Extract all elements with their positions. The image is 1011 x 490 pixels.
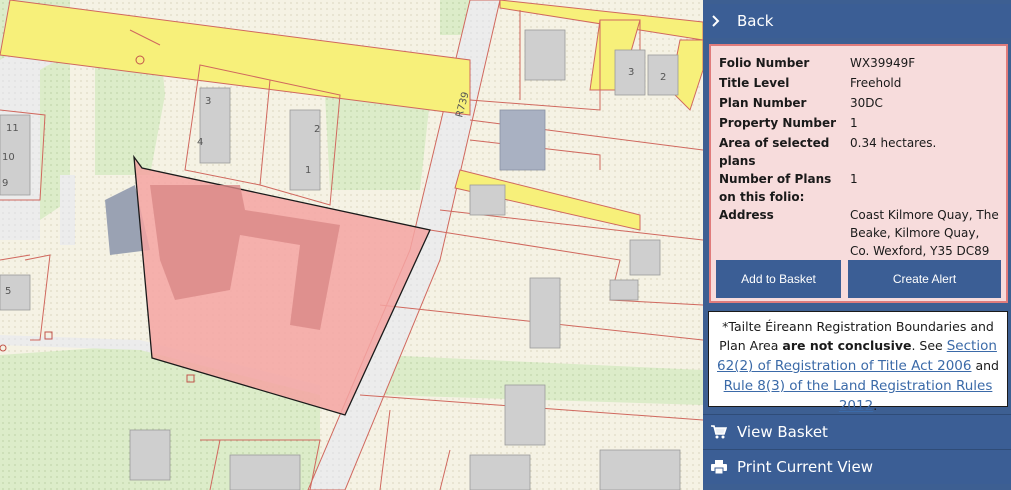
info-value: 1 <box>850 116 858 130</box>
info-key: Property Number <box>719 116 837 130</box>
disclaimer-box: *Tailte Éireann Registration Boundaries … <box>708 311 1008 414</box>
house-number: 4 <box>197 137 203 148</box>
info-value: 30DC <box>850 96 883 110</box>
back-label: Back <box>737 12 774 30</box>
house-number: 9 <box>2 178 8 189</box>
create-alert-button[interactable]: Create Alert <box>848 260 1001 298</box>
folio-info-card: Folio Number WX39949F Title Level Freeho… <box>709 44 1008 303</box>
info-value: 0.34 hectares. <box>850 136 937 150</box>
disclaimer-text: . See <box>911 338 947 353</box>
info-key: Area of selected plans <box>719 136 830 168</box>
info-key: Plan Number <box>719 96 807 110</box>
green-area <box>325 95 430 190</box>
info-key: Title Level <box>719 76 790 90</box>
info-value: WX39949F <box>850 56 916 70</box>
printer-icon <box>711 460 737 474</box>
map-canvas[interactable]: R739 3 4 2 1 11 10 9 5 3 2 <box>0 0 703 490</box>
info-key: Folio Number <box>719 56 810 70</box>
estate-road <box>60 175 75 245</box>
print-view-label: Print Current View <box>737 458 873 476</box>
rule-8-link[interactable]: Rule 8(3) of the Land Registration Rules… <box>724 378 993 414</box>
disclaimer-bold: are not conclusive <box>782 338 912 353</box>
map-view[interactable]: R739 3 4 2 1 11 10 9 5 3 2 <box>0 0 703 490</box>
house-number: 2 <box>314 124 320 135</box>
print-view-button[interactable]: Print Current View <box>703 450 1011 484</box>
house-number: 3 <box>628 67 634 78</box>
house-number: 1 <box>305 165 311 176</box>
house-number: 10 <box>2 152 15 163</box>
info-value: 1 <box>850 172 858 186</box>
disclaimer-text: . <box>873 398 878 413</box>
view-basket-button[interactable]: View Basket <box>703 415 1011 449</box>
disclaimer-text: and <box>971 358 999 373</box>
info-panel: Back Folio Number WX39949F Title Level F… <box>703 0 1011 490</box>
info-value: Freehold <box>850 76 902 90</box>
back-button[interactable]: Back <box>703 4 1011 38</box>
house-number: 11 <box>6 123 19 134</box>
info-key: Address <box>719 208 774 222</box>
building-dark <box>499 109 546 171</box>
info-key: Number of Plans on this folio: <box>719 172 832 204</box>
add-to-basket-button[interactable]: Add to Basket <box>716 260 841 298</box>
cart-icon <box>711 425 737 439</box>
house-number: 3 <box>205 96 211 107</box>
view-basket-label: View Basket <box>737 423 828 441</box>
house-number: 5 <box>5 286 11 297</box>
info-value: Coast Kilmore Quay, The Beake, Kilmore Q… <box>850 208 999 258</box>
chevron-right-icon <box>711 15 737 27</box>
house-number: 2 <box>660 72 666 83</box>
